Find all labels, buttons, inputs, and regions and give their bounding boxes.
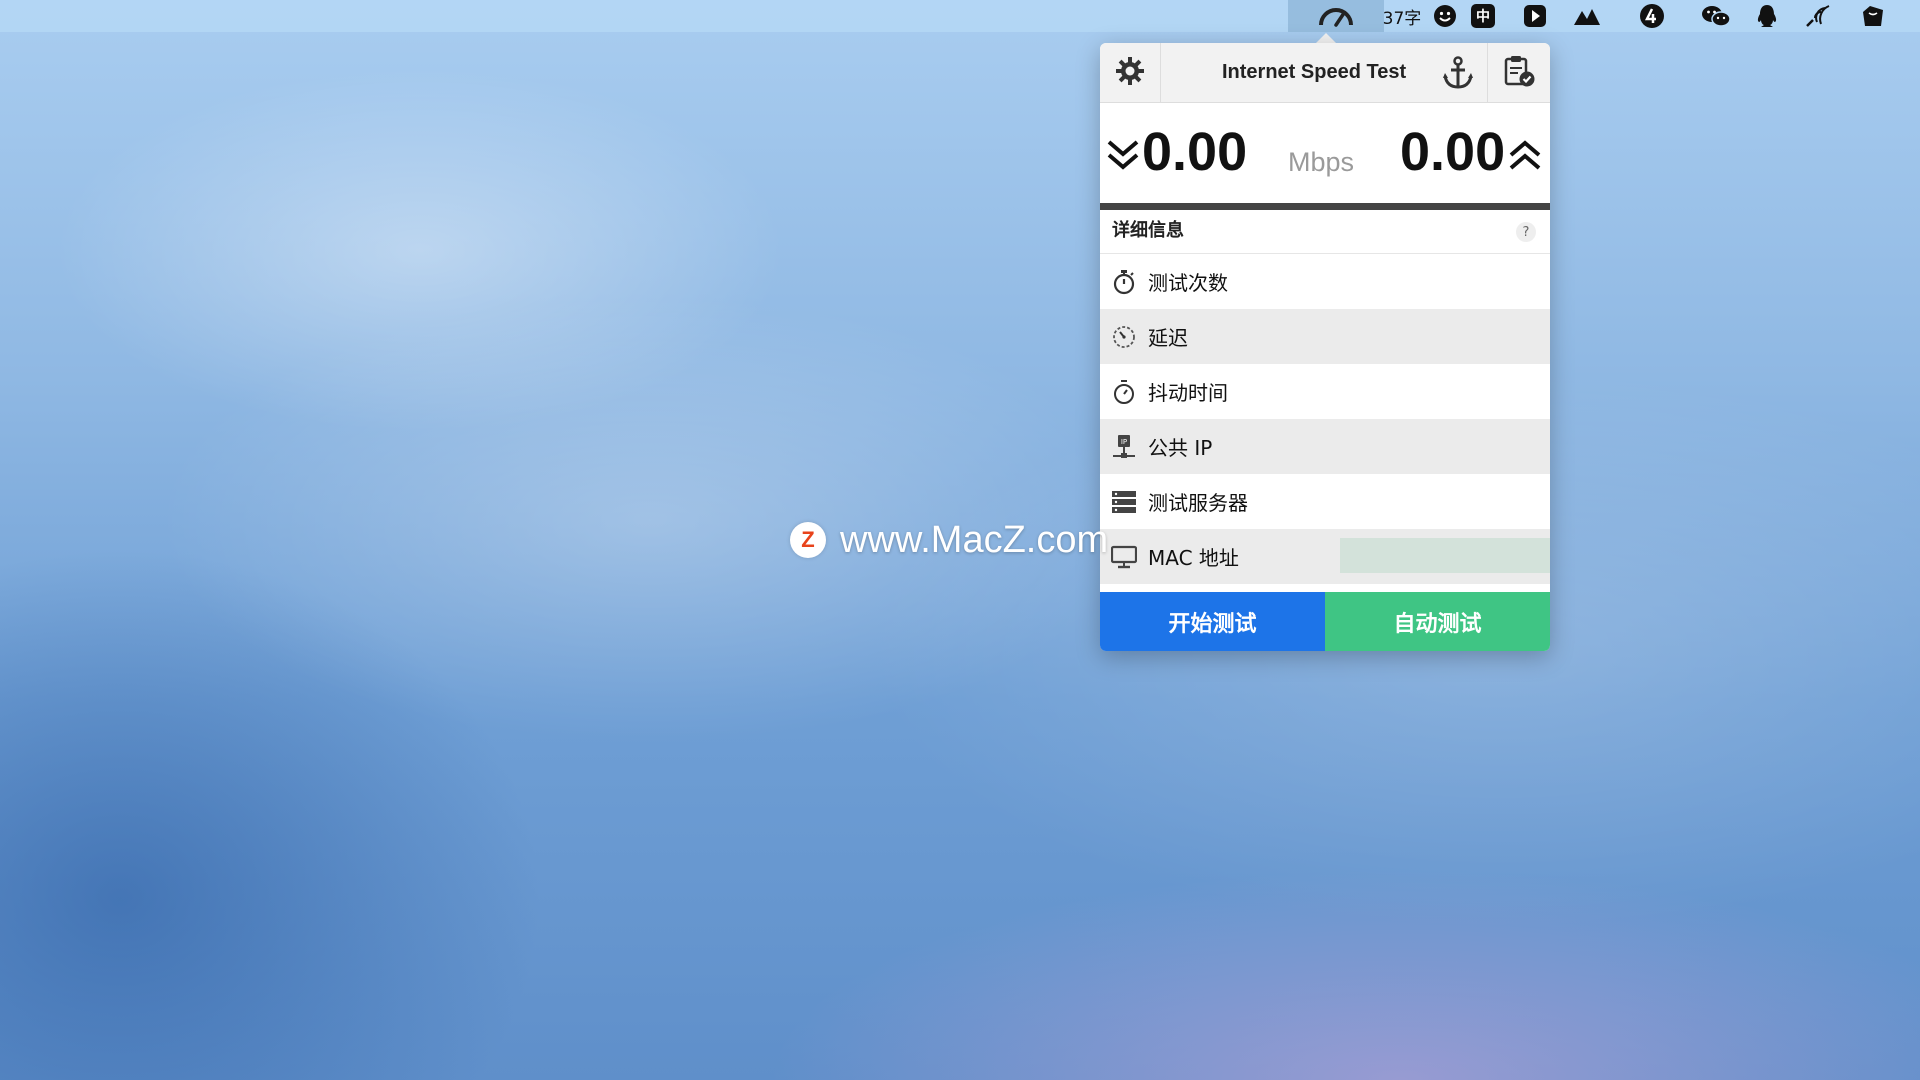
detail-row-label: MAC 地址: [1148, 546, 1239, 570]
details-title: 详细信息: [1112, 220, 1184, 241]
smiley-icon[interactable]: [1432, 4, 1458, 28]
timer-icon: [1110, 378, 1138, 406]
detail-row-label: 测试服务器: [1148, 491, 1248, 515]
mac-address-redacted: [1340, 538, 1550, 573]
download-chevron-icon: [1106, 138, 1140, 176]
upload-speed-value: 0.00: [1400, 122, 1506, 182]
signal-pen-icon[interactable]: [1802, 4, 1832, 28]
input-method-icon[interactable]: 中: [1470, 4, 1496, 28]
watermark-text: www.MacZ.com: [840, 518, 1109, 561]
stopwatch-icon: [1110, 268, 1138, 296]
download-speed-value: 0.00: [1142, 122, 1248, 182]
detail-row-jitter: 抖动时间: [1100, 364, 1550, 419]
speed-unit-label: Mbps: [1288, 147, 1355, 177]
svg-text:IP: IP: [1121, 438, 1127, 446]
speedometer-icon[interactable]: [1316, 4, 1356, 28]
speed-test-popup: Internet Speed Test 0.00 Mbps 0.00 详细信息 …: [1100, 43, 1550, 651]
help-button[interactable]: ?: [1516, 222, 1536, 242]
qq-penguin-icon[interactable]: [1754, 4, 1780, 28]
popup-header: Internet Speed Test: [1100, 43, 1550, 103]
detail-row-mac-address: MAC 地址: [1100, 529, 1550, 584]
upload-chevron-icon: [1508, 138, 1542, 176]
wechat-icon[interactable]: [1700, 4, 1732, 28]
menu-bar-tray: 37字 中: [0, 0, 1920, 32]
settings-button[interactable]: [1100, 43, 1161, 102]
detail-row-label: 抖动时间: [1148, 381, 1228, 405]
popup-title: Internet Speed Test: [1222, 61, 1407, 83]
latency-gauge-icon: [1110, 323, 1138, 351]
details-list: 测试次数 延迟 抖动时间 IP 公共 IP 测试服务器 MAC 地址: [1100, 254, 1550, 584]
detail-row-public-ip: IP 公共 IP: [1100, 419, 1550, 474]
watermark: Z www.MacZ.com: [790, 518, 1109, 561]
menu-bar: 37字 中: [0, 0, 1920, 32]
circle-app-icon[interactable]: [1638, 4, 1666, 28]
action-bar: 开始测试 自动测试: [1100, 592, 1550, 651]
ip-network-icon: IP: [1110, 433, 1138, 461]
clipboard-check-icon: [1502, 54, 1536, 92]
detail-row-test-count: 测试次数: [1100, 254, 1550, 309]
server-icon: [1110, 488, 1138, 516]
test-progress-bar: [1100, 203, 1550, 210]
start-test-button[interactable]: 开始测试: [1100, 592, 1325, 651]
input-method-label: 中: [1471, 4, 1495, 28]
play-app-icon[interactable]: [1522, 4, 1548, 28]
details-header: 详细信息 ?: [1100, 210, 1550, 254]
detail-row-test-server: 测试服务器: [1100, 474, 1550, 529]
auto-test-button[interactable]: 自动测试: [1325, 592, 1550, 651]
popup-arrow: [1316, 33, 1336, 43]
gear-icon: [1114, 55, 1146, 91]
speed-display: 0.00 Mbps 0.00: [1100, 103, 1550, 203]
paper-bag-icon[interactable]: [1858, 4, 1888, 28]
anchor-icon[interactable]: [1440, 55, 1476, 91]
detail-row-label: 公共 IP: [1148, 436, 1213, 460]
detail-row-label: 延迟: [1148, 326, 1188, 350]
detail-row-latency: 延迟: [1100, 309, 1550, 364]
watermark-logo: Z: [790, 522, 826, 558]
history-button[interactable]: [1487, 43, 1550, 102]
monitor-icon: [1110, 543, 1138, 571]
word-count-indicator[interactable]: 37字: [1380, 4, 1424, 29]
mountains-icon[interactable]: [1572, 4, 1602, 28]
detail-row-label: 测试次数: [1148, 271, 1228, 295]
